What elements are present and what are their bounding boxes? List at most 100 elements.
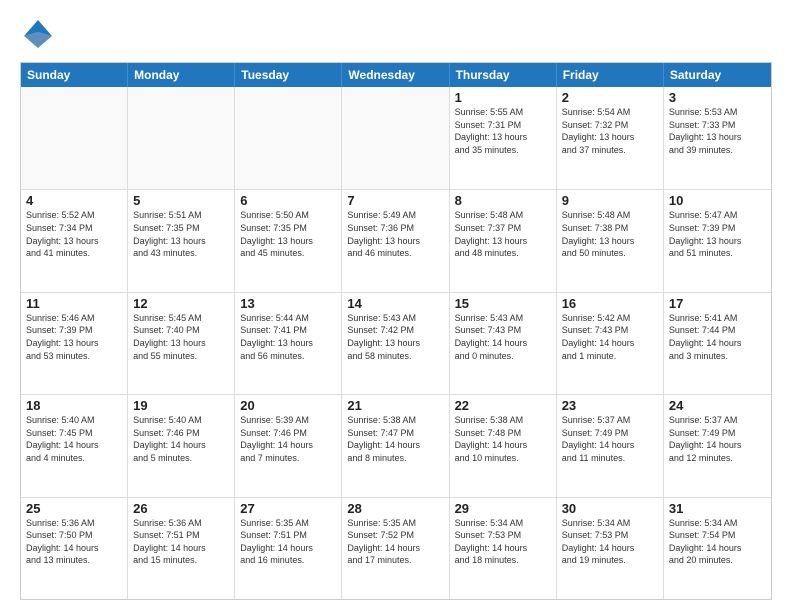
calendar-header: Sunday Monday Tuesday Wednesday Thursday…: [21, 63, 771, 87]
calendar-cell-w0-d1: [128, 87, 235, 189]
calendar-cell-w1-d2: 6Sunrise: 5:50 AM Sunset: 7:35 PM Daylig…: [235, 190, 342, 291]
day-info: Sunrise: 5:48 AM Sunset: 7:38 PM Dayligh…: [562, 209, 658, 259]
day-info: Sunrise: 5:42 AM Sunset: 7:43 PM Dayligh…: [562, 312, 658, 362]
calendar-row-0: 1Sunrise: 5:55 AM Sunset: 7:31 PM Daylig…: [21, 87, 771, 189]
calendar: Sunday Monday Tuesday Wednesday Thursday…: [20, 62, 772, 600]
day-info: Sunrise: 5:38 AM Sunset: 7:47 PM Dayligh…: [347, 414, 443, 464]
calendar-row-1: 4Sunrise: 5:52 AM Sunset: 7:34 PM Daylig…: [21, 189, 771, 291]
calendar-cell-w3-d3: 21Sunrise: 5:38 AM Sunset: 7:47 PM Dayli…: [342, 395, 449, 496]
day-number: 31: [669, 501, 766, 516]
day-number: 22: [455, 398, 551, 413]
logo: [20, 16, 62, 52]
day-info: Sunrise: 5:38 AM Sunset: 7:48 PM Dayligh…: [455, 414, 551, 464]
calendar-cell-w0-d6: 3Sunrise: 5:53 AM Sunset: 7:33 PM Daylig…: [664, 87, 771, 189]
calendar-cell-w1-d6: 10Sunrise: 5:47 AM Sunset: 7:39 PM Dayli…: [664, 190, 771, 291]
calendar-cell-w4-d2: 27Sunrise: 5:35 AM Sunset: 7:51 PM Dayli…: [235, 498, 342, 599]
header-tuesday: Tuesday: [235, 63, 342, 87]
day-info: Sunrise: 5:46 AM Sunset: 7:39 PM Dayligh…: [26, 312, 122, 362]
day-info: Sunrise: 5:40 AM Sunset: 7:46 PM Dayligh…: [133, 414, 229, 464]
day-number: 2: [562, 90, 658, 105]
day-info: Sunrise: 5:36 AM Sunset: 7:51 PM Dayligh…: [133, 517, 229, 567]
calendar-cell-w4-d4: 29Sunrise: 5:34 AM Sunset: 7:53 PM Dayli…: [450, 498, 557, 599]
day-number: 8: [455, 193, 551, 208]
calendar-cell-w3-d1: 19Sunrise: 5:40 AM Sunset: 7:46 PM Dayli…: [128, 395, 235, 496]
day-number: 9: [562, 193, 658, 208]
header: [20, 16, 772, 52]
calendar-cell-w4-d3: 28Sunrise: 5:35 AM Sunset: 7:52 PM Dayli…: [342, 498, 449, 599]
day-info: Sunrise: 5:52 AM Sunset: 7:34 PM Dayligh…: [26, 209, 122, 259]
calendar-cell-w1-d4: 8Sunrise: 5:48 AM Sunset: 7:37 PM Daylig…: [450, 190, 557, 291]
day-number: 6: [240, 193, 336, 208]
day-info: Sunrise: 5:45 AM Sunset: 7:40 PM Dayligh…: [133, 312, 229, 362]
day-info: Sunrise: 5:41 AM Sunset: 7:44 PM Dayligh…: [669, 312, 766, 362]
calendar-cell-w3-d0: 18Sunrise: 5:40 AM Sunset: 7:45 PM Dayli…: [21, 395, 128, 496]
calendar-row-2: 11Sunrise: 5:46 AM Sunset: 7:39 PM Dayli…: [21, 292, 771, 394]
calendar-cell-w1-d0: 4Sunrise: 5:52 AM Sunset: 7:34 PM Daylig…: [21, 190, 128, 291]
day-number: 27: [240, 501, 336, 516]
day-number: 12: [133, 296, 229, 311]
day-number: 23: [562, 398, 658, 413]
page: Sunday Monday Tuesday Wednesday Thursday…: [0, 0, 792, 612]
calendar-cell-w0-d5: 2Sunrise: 5:54 AM Sunset: 7:32 PM Daylig…: [557, 87, 664, 189]
calendar-cell-w1-d3: 7Sunrise: 5:49 AM Sunset: 7:36 PM Daylig…: [342, 190, 449, 291]
day-info: Sunrise: 5:39 AM Sunset: 7:46 PM Dayligh…: [240, 414, 336, 464]
day-number: 20: [240, 398, 336, 413]
calendar-cell-w2-d0: 11Sunrise: 5:46 AM Sunset: 7:39 PM Dayli…: [21, 293, 128, 394]
header-friday: Friday: [557, 63, 664, 87]
calendar-cell-w2-d2: 13Sunrise: 5:44 AM Sunset: 7:41 PM Dayli…: [235, 293, 342, 394]
day-number: 28: [347, 501, 443, 516]
day-number: 15: [455, 296, 551, 311]
day-info: Sunrise: 5:55 AM Sunset: 7:31 PM Dayligh…: [455, 106, 551, 156]
day-info: Sunrise: 5:53 AM Sunset: 7:33 PM Dayligh…: [669, 106, 766, 156]
calendar-cell-w4-d5: 30Sunrise: 5:34 AM Sunset: 7:53 PM Dayli…: [557, 498, 664, 599]
calendar-cell-w2-d5: 16Sunrise: 5:42 AM Sunset: 7:43 PM Dayli…: [557, 293, 664, 394]
day-info: Sunrise: 5:34 AM Sunset: 7:54 PM Dayligh…: [669, 517, 766, 567]
calendar-row-3: 18Sunrise: 5:40 AM Sunset: 7:45 PM Dayli…: [21, 394, 771, 496]
day-number: 21: [347, 398, 443, 413]
calendar-body: 1Sunrise: 5:55 AM Sunset: 7:31 PM Daylig…: [21, 87, 771, 599]
calendar-cell-w3-d5: 23Sunrise: 5:37 AM Sunset: 7:49 PM Dayli…: [557, 395, 664, 496]
calendar-cell-w1-d1: 5Sunrise: 5:51 AM Sunset: 7:35 PM Daylig…: [128, 190, 235, 291]
calendar-cell-w4-d1: 26Sunrise: 5:36 AM Sunset: 7:51 PM Dayli…: [128, 498, 235, 599]
day-number: 14: [347, 296, 443, 311]
day-number: 30: [562, 501, 658, 516]
logo-icon: [20, 16, 56, 52]
day-info: Sunrise: 5:35 AM Sunset: 7:52 PM Dayligh…: [347, 517, 443, 567]
day-info: Sunrise: 5:43 AM Sunset: 7:42 PM Dayligh…: [347, 312, 443, 362]
calendar-cell-w3-d6: 24Sunrise: 5:37 AM Sunset: 7:49 PM Dayli…: [664, 395, 771, 496]
day-info: Sunrise: 5:34 AM Sunset: 7:53 PM Dayligh…: [455, 517, 551, 567]
calendar-row-4: 25Sunrise: 5:36 AM Sunset: 7:50 PM Dayli…: [21, 497, 771, 599]
calendar-cell-w3-d4: 22Sunrise: 5:38 AM Sunset: 7:48 PM Dayli…: [450, 395, 557, 496]
day-info: Sunrise: 5:49 AM Sunset: 7:36 PM Dayligh…: [347, 209, 443, 259]
day-number: 17: [669, 296, 766, 311]
header-monday: Monday: [128, 63, 235, 87]
header-sunday: Sunday: [21, 63, 128, 87]
day-info: Sunrise: 5:40 AM Sunset: 7:45 PM Dayligh…: [26, 414, 122, 464]
day-number: 4: [26, 193, 122, 208]
header-wednesday: Wednesday: [342, 63, 449, 87]
calendar-cell-w0-d3: [342, 87, 449, 189]
calendar-cell-w2-d3: 14Sunrise: 5:43 AM Sunset: 7:42 PM Dayli…: [342, 293, 449, 394]
day-number: 1: [455, 90, 551, 105]
day-info: Sunrise: 5:37 AM Sunset: 7:49 PM Dayligh…: [562, 414, 658, 464]
day-number: 11: [26, 296, 122, 311]
calendar-cell-w1-d5: 9Sunrise: 5:48 AM Sunset: 7:38 PM Daylig…: [557, 190, 664, 291]
day-info: Sunrise: 5:44 AM Sunset: 7:41 PM Dayligh…: [240, 312, 336, 362]
calendar-cell-w2-d4: 15Sunrise: 5:43 AM Sunset: 7:43 PM Dayli…: [450, 293, 557, 394]
calendar-cell-w0-d0: [21, 87, 128, 189]
day-info: Sunrise: 5:36 AM Sunset: 7:50 PM Dayligh…: [26, 517, 122, 567]
day-info: Sunrise: 5:37 AM Sunset: 7:49 PM Dayligh…: [669, 414, 766, 464]
header-saturday: Saturday: [664, 63, 771, 87]
calendar-cell-w2-d1: 12Sunrise: 5:45 AM Sunset: 7:40 PM Dayli…: [128, 293, 235, 394]
day-info: Sunrise: 5:50 AM Sunset: 7:35 PM Dayligh…: [240, 209, 336, 259]
day-number: 19: [133, 398, 229, 413]
calendar-cell-w0-d2: [235, 87, 342, 189]
day-number: 26: [133, 501, 229, 516]
day-number: 24: [669, 398, 766, 413]
day-number: 13: [240, 296, 336, 311]
calendar-cell-w4-d6: 31Sunrise: 5:34 AM Sunset: 7:54 PM Dayli…: [664, 498, 771, 599]
day-info: Sunrise: 5:48 AM Sunset: 7:37 PM Dayligh…: [455, 209, 551, 259]
day-number: 5: [133, 193, 229, 208]
day-info: Sunrise: 5:34 AM Sunset: 7:53 PM Dayligh…: [562, 517, 658, 567]
header-thursday: Thursday: [450, 63, 557, 87]
